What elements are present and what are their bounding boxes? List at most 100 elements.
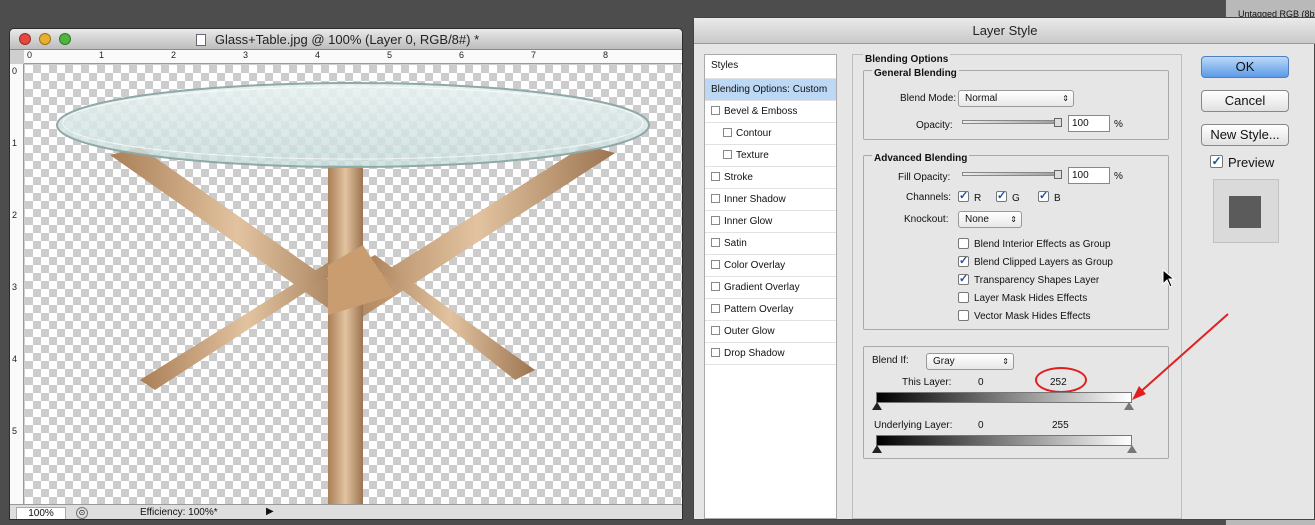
style-item[interactable]: Inner Glow bbox=[705, 211, 836, 233]
blending-options-panel: Blending Options General Blending Blend … bbox=[852, 54, 1182, 519]
style-item[interactable]: Bevel & Emboss bbox=[705, 101, 836, 123]
blend-if-select[interactable]: Gray ⇕ bbox=[926, 353, 1014, 370]
style-item-label: Gradient Overlay bbox=[724, 282, 800, 293]
fill-opacity-slider-knob[interactable] bbox=[1054, 170, 1062, 179]
general-blending-group: General Blending Blend Mode: Normal ⇕ Opa… bbox=[863, 68, 1169, 140]
ruler-tick: 1 bbox=[12, 138, 18, 148]
style-item-checkbox[interactable] bbox=[711, 216, 720, 225]
style-item-label: Inner Shadow bbox=[724, 194, 786, 205]
canvas[interactable] bbox=[25, 65, 682, 504]
ruler-tick: 2 bbox=[12, 210, 18, 220]
style-item[interactable]: Color Overlay bbox=[705, 255, 836, 277]
style-item-checkbox[interactable] bbox=[711, 260, 720, 269]
style-item[interactable]: Blending Options: Custom bbox=[705, 79, 836, 101]
blend-if-value: Gray bbox=[933, 356, 955, 367]
style-item-checkbox[interactable] bbox=[723, 150, 732, 159]
new-style-button[interactable]: New Style... bbox=[1201, 124, 1289, 146]
channel-b-label: B bbox=[1054, 193, 1061, 204]
annotation-circle bbox=[1035, 367, 1087, 393]
this-layer-label: This Layer: bbox=[902, 377, 952, 388]
style-item[interactable]: Stroke bbox=[705, 167, 836, 189]
styles-header[interactable]: Styles bbox=[705, 55, 836, 79]
channels-label: Channels: bbox=[906, 192, 952, 203]
knockout-value: None bbox=[965, 214, 989, 225]
preview-swatch bbox=[1229, 196, 1261, 228]
advanced-option-label: Blend Interior Effects as Group bbox=[974, 239, 1111, 250]
ruler-tick: 5 bbox=[12, 426, 18, 436]
preview-checkbox[interactable]: ✓ bbox=[1210, 155, 1223, 168]
advanced-option-checkbox[interactable] bbox=[958, 292, 969, 303]
horizontal-ruler: 0 1 2 3 4 5 6 7 8 bbox=[24, 50, 682, 64]
knockout-label: Knockout: bbox=[904, 214, 949, 225]
ruler-tick: 8 bbox=[603, 50, 609, 60]
style-item-checkbox[interactable] bbox=[711, 106, 720, 115]
blend-mode-value: Normal bbox=[965, 93, 998, 104]
style-item[interactable]: Contour bbox=[705, 123, 836, 145]
ruler-tick: 4 bbox=[315, 50, 321, 60]
ruler-tick: 2 bbox=[171, 50, 177, 60]
advanced-option-checkbox[interactable]: ✓ bbox=[958, 274, 969, 285]
style-item[interactable]: Inner Shadow bbox=[705, 189, 836, 211]
blend-if-label: Blend If: bbox=[872, 355, 909, 366]
annotation-arrow bbox=[1132, 313, 1229, 400]
style-item-label: Inner Glow bbox=[724, 216, 773, 227]
underlying-white-slider[interactable] bbox=[1127, 445, 1137, 453]
fill-opacity-slider[interactable] bbox=[962, 172, 1062, 176]
style-item-checkbox[interactable] bbox=[711, 172, 720, 181]
advanced-option-checkbox[interactable]: ✓ bbox=[958, 256, 969, 267]
document-title: Glass+Table.jpg @ 100% (Layer 0, RGB/8#)… bbox=[214, 32, 480, 47]
blend-mode-select[interactable]: Normal ⇕ bbox=[958, 90, 1074, 107]
advanced-blending-group: Advanced Blending Fill Opacity: 100 % Ch… bbox=[863, 153, 1169, 330]
advanced-option-checkbox[interactable] bbox=[958, 238, 969, 249]
style-item-label: Blending Options: Custom bbox=[711, 84, 828, 95]
select-arrows-icon: ⇕ bbox=[1002, 357, 1009, 366]
style-item-checkbox[interactable] bbox=[711, 238, 720, 247]
fill-opacity-label: Fill Opacity: bbox=[898, 172, 951, 183]
ruler-tick: 4 bbox=[12, 354, 18, 364]
glass-table-image bbox=[56, 82, 650, 504]
cancel-button[interactable]: Cancel bbox=[1201, 90, 1289, 112]
info-icon[interactable]: ⊙ bbox=[76, 507, 88, 519]
this-layer-black-slider[interactable] bbox=[872, 402, 882, 410]
knockout-select[interactable]: None ⇕ bbox=[958, 211, 1022, 228]
ruler-tick: 5 bbox=[387, 50, 393, 60]
channel-g-label: G bbox=[1012, 193, 1020, 204]
style-item-checkbox[interactable] bbox=[723, 128, 732, 137]
style-item-checkbox[interactable] bbox=[711, 194, 720, 203]
preview-thumbnail bbox=[1213, 179, 1279, 243]
zoom-field[interactable]: 100% bbox=[16, 507, 66, 519]
style-item-label: Outer Glow bbox=[724, 326, 775, 337]
opacity-slider-knob[interactable] bbox=[1054, 118, 1062, 127]
status-menu-arrow-icon[interactable]: ▶ bbox=[266, 506, 274, 517]
channel-g-checkbox[interactable]: ✓ bbox=[996, 191, 1007, 202]
style-item[interactable]: Satin bbox=[705, 233, 836, 255]
style-item[interactable]: Drop Shadow bbox=[705, 343, 836, 365]
general-blending-title: General Blending bbox=[872, 68, 959, 79]
opacity-slider[interactable] bbox=[962, 120, 1062, 124]
channel-r-label: R bbox=[974, 193, 982, 204]
style-item-label: Pattern Overlay bbox=[724, 304, 794, 315]
document-title-bar[interactable]: Glass+Table.jpg @ 100% (Layer 0, RGB/8#)… bbox=[10, 29, 682, 50]
ruler-tick: 1 bbox=[99, 50, 105, 60]
style-item-checkbox[interactable] bbox=[711, 326, 720, 335]
efficiency-readout: Efficiency: 100%* bbox=[140, 507, 218, 518]
style-item-label: Drop Shadow bbox=[724, 348, 785, 359]
opacity-input[interactable]: 100 bbox=[1068, 115, 1110, 132]
style-item-checkbox[interactable] bbox=[711, 282, 720, 291]
underlying-black-slider[interactable] bbox=[872, 445, 882, 453]
blending-options-title: Blending Options bbox=[863, 54, 951, 65]
style-item[interactable]: Gradient Overlay bbox=[705, 277, 836, 299]
channel-r-checkbox[interactable]: ✓ bbox=[958, 191, 969, 202]
ok-button[interactable]: OK bbox=[1201, 56, 1289, 78]
advanced-option-checkbox[interactable] bbox=[958, 310, 969, 321]
style-item[interactable]: Texture bbox=[705, 145, 836, 167]
channel-b-checkbox[interactable]: ✓ bbox=[1038, 191, 1049, 202]
style-item-checkbox[interactable] bbox=[711, 304, 720, 313]
underlying-low-value: 0 bbox=[978, 420, 984, 431]
underlying-layer-label: Underlying Layer: bbox=[874, 420, 953, 431]
underlying-gradient-bar bbox=[876, 435, 1132, 446]
style-item-checkbox[interactable] bbox=[711, 348, 720, 357]
style-item[interactable]: Pattern Overlay bbox=[705, 299, 836, 321]
fill-opacity-input[interactable]: 100 bbox=[1068, 167, 1110, 184]
style-item[interactable]: Outer Glow bbox=[705, 321, 836, 343]
